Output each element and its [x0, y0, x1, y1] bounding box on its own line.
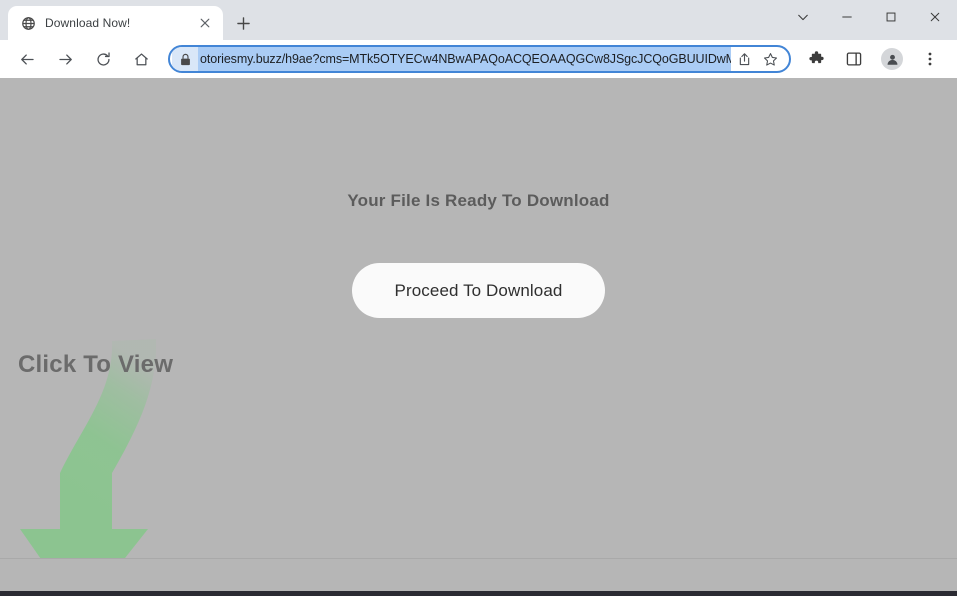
lock-icon[interactable] — [172, 47, 198, 71]
three-dot-menu-icon[interactable] — [916, 45, 944, 73]
proceed-to-download-button[interactable]: Proceed To Download — [352, 263, 605, 318]
address-bar[interactable]: otoriesmy.buzz/h9ae?cms=MTk5OTYECw4NBwAP… — [168, 45, 791, 73]
back-arrow-icon[interactable] — [13, 45, 41, 73]
home-icon[interactable] — [127, 45, 155, 73]
close-window-button[interactable] — [913, 0, 957, 34]
browser-toolbar: otoriesmy.buzz/h9ae?cms=MTk5OTYECw4NBwAP… — [0, 40, 957, 78]
tab-title: Download Now! — [45, 16, 131, 30]
page-viewport: Your File Is Ready To Download Proceed T… — [0, 78, 957, 558]
toolbar-right-actions — [797, 45, 949, 73]
taskbar-strip — [0, 591, 957, 596]
reload-icon[interactable] — [89, 45, 117, 73]
maximize-button[interactable] — [869, 0, 913, 34]
globe-icon — [20, 15, 36, 31]
side-panel-icon[interactable] — [840, 45, 868, 73]
minimize-button[interactable] — [825, 0, 869, 34]
plus-icon[interactable] — [229, 9, 257, 37]
share-icon[interactable] — [731, 47, 757, 71]
click-to-view-callout: Click To View — [18, 351, 174, 378]
star-icon[interactable] — [757, 47, 783, 71]
browser-window: Download Now! otoriesmy.buzz/h9ae?cms=MT… — [0, 0, 957, 596]
close-icon[interactable] — [195, 13, 215, 33]
avatar — [881, 48, 903, 70]
url-text[interactable]: otoriesmy.buzz/h9ae?cms=MTk5OTYECw4NBwAP… — [198, 47, 731, 71]
browser-chrome: Download Now! otoriesmy.buzz/h9ae?cms=MT… — [0, 0, 957, 78]
omnibox-actions — [731, 47, 787, 71]
avatar-icon[interactable] — [878, 45, 906, 73]
tab-search-button[interactable] — [781, 0, 825, 34]
browser-tab[interactable]: Download Now! — [8, 6, 223, 40]
window-controls — [781, 0, 957, 34]
puzzle-icon[interactable] — [802, 45, 830, 73]
forward-arrow-icon[interactable] — [51, 45, 79, 73]
page-title: Your File Is Ready To Download — [347, 191, 610, 210]
